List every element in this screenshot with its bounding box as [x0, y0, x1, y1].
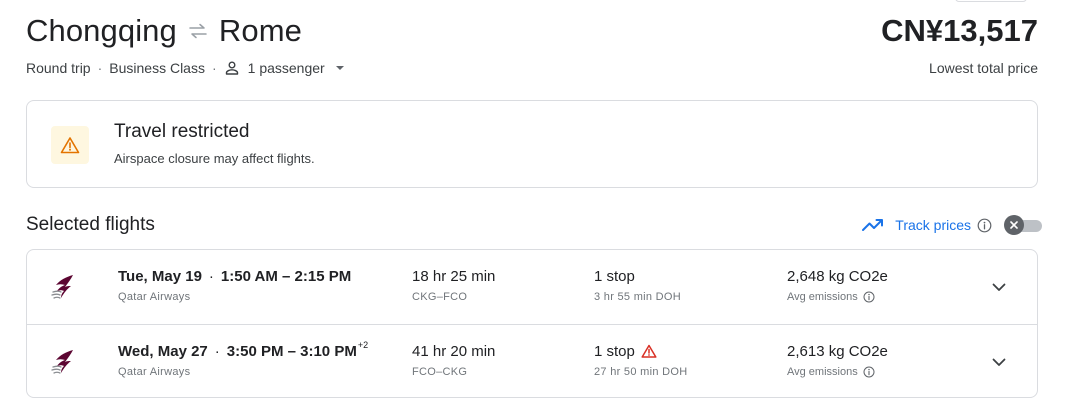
separator-dot: · [97, 60, 103, 76]
track-prices-label[interactable]: Track prices [895, 217, 971, 233]
alert-title: Travel restricted [114, 121, 250, 142]
lowest-price: CN¥13,517 [881, 13, 1038, 48]
swap-arrows-icon [187, 23, 209, 39]
flight-stops-col: 1 stop 27 hr 50 min DOH [594, 341, 687, 379]
origin-city: Chongqing [26, 13, 177, 48]
alert-message: Airspace closure may affect flights. [114, 151, 315, 166]
trip-type: Round trip [26, 60, 91, 76]
airline-name: Qatar Airways [118, 291, 191, 303]
flight-time-range: 3:50 PM – 3:10 PM [226, 342, 357, 360]
info-icon[interactable] [863, 366, 875, 378]
flight-emissions: 2,613 kg CO2e [787, 342, 888, 360]
track-prices-toggle[interactable] [1004, 215, 1042, 235]
flight-route: FCO–CKG [412, 366, 468, 378]
warning-triangle-icon[interactable] [641, 344, 657, 358]
airline-name: Qatar Airways [118, 366, 191, 378]
top-button-edge [955, 0, 1027, 2]
person-icon [224, 60, 240, 76]
flight-row[interactable]: Wed, May 27 · 3:50 PM – 3:10 PM +2 Qatar… [27, 324, 1037, 397]
flight-date: Tue, May 19 [118, 267, 202, 285]
day-offset: +2 [357, 340, 369, 350]
flight-emissions-col: 2,648 kg CO2e Avg emissions [787, 266, 888, 304]
emissions-label: Avg emissions [787, 366, 858, 378]
chevron-down-icon[interactable] [987, 275, 1011, 299]
flight-row[interactable]: Tue, May 19 · 1:50 AM – 2:15 PM Qatar Ai… [27, 250, 1037, 324]
separator-dot: · [211, 60, 217, 76]
selected-flights-list: Tue, May 19 · 1:50 AM – 2:15 PM Qatar Ai… [26, 249, 1038, 398]
flight-duration: 41 hr 20 min [412, 342, 496, 360]
info-icon[interactable] [977, 218, 992, 233]
flight-duration-col: 18 hr 25 min CKG–FCO [412, 266, 495, 304]
separator-dot: · [208, 267, 214, 285]
separator-dot: · [214, 342, 220, 360]
trending-up-icon [861, 218, 885, 232]
flight-layover: 3 hr 55 min DOH [594, 291, 682, 303]
cabin-class: Business Class [109, 60, 205, 76]
flight-stops: 1 stop [594, 267, 635, 285]
selected-flights-heading: Selected flights [26, 214, 155, 235]
qatar-airways-logo-icon [49, 272, 75, 300]
price-note: Lowest total price [929, 60, 1038, 76]
destination-city: Rome [218, 13, 302, 48]
close-icon [1004, 215, 1024, 235]
flight-emissions: 2,648 kg CO2e [787, 267, 888, 285]
route-title: Chongqing Rome [26, 10, 302, 52]
travel-restriction-alert: Travel restricted Airspace closure may a… [26, 100, 1038, 188]
flight-route: CKG–FCO [412, 291, 468, 303]
chevron-down-icon[interactable] [987, 350, 1011, 374]
flight-duration: 18 hr 25 min [412, 267, 496, 285]
flight-stops: 1 stop [594, 342, 635, 360]
flight-times: Wed, May 27 · 3:50 PM – 3:10 PM +2 Qatar… [118, 340, 369, 379]
qatar-airways-logo-icon [49, 347, 75, 375]
flight-stops-col: 1 stop 3 hr 55 min DOH [594, 266, 681, 304]
caret-down-icon[interactable] [335, 65, 345, 71]
flight-layover: 27 hr 50 min DOH [594, 366, 688, 378]
trip-meta: Round trip · Business Class · 1 passenge… [26, 58, 345, 78]
flight-date: Wed, May 27 [118, 342, 208, 360]
passenger-count[interactable]: 1 passenger [248, 60, 325, 76]
flight-duration-col: 41 hr 20 min FCO–CKG [412, 341, 495, 379]
emissions-label: Avg emissions [787, 291, 858, 303]
track-prices[interactable]: Track prices [861, 212, 1042, 238]
flight-time-range: 1:50 AM – 2:15 PM [220, 267, 352, 285]
flight-times: Tue, May 19 · 1:50 AM – 2:15 PM Qatar Ai… [118, 266, 351, 304]
warning-triangle-icon [51, 126, 89, 164]
info-icon[interactable] [863, 291, 875, 303]
flight-emissions-col: 2,613 kg CO2e Avg emissions [787, 341, 888, 379]
